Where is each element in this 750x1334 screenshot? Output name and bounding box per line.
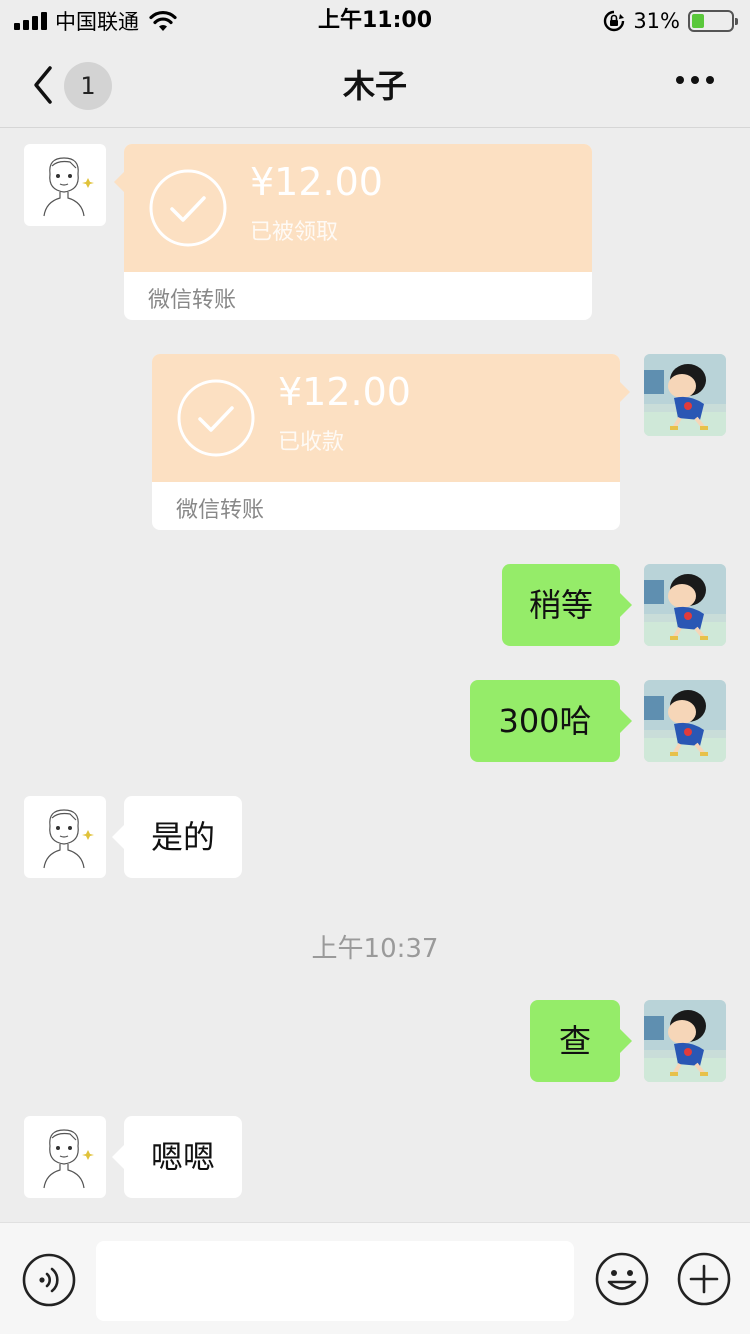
bubble-tail — [620, 382, 630, 402]
transfer-label: 微信转账 — [176, 498, 265, 523]
status-right: 31% — [603, 6, 738, 36]
bubble-tail — [114, 172, 124, 192]
transfer-label: 微信转账 — [148, 288, 237, 313]
rotation-lock-icon — [604, 10, 625, 32]
message-bubble-received[interactable]: 嗯嗯 — [112, 1116, 242, 1198]
transfer-card-top: ¥12.00 已被领取 — [124, 144, 592, 272]
my-avatar[interactable] — [644, 1000, 726, 1082]
cartoon-avatar-image — [644, 564, 726, 646]
battery-percent: 31% — [633, 9, 680, 33]
transfer-card-received[interactable]: ¥12.00 已被领取 微信转账 — [124, 144, 592, 320]
contact-avatar[interactable] — [24, 1116, 106, 1198]
more-dots-icon[interactable] — [676, 76, 714, 84]
sketch-avatar-image — [43, 1129, 94, 1189]
message-bubble-sent[interactable]: 稍等 — [502, 564, 632, 646]
check-circle-icon — [177, 379, 255, 457]
transfer-amount: ¥12.00 — [250, 160, 383, 204]
transfer-status: 已被领取 — [250, 220, 339, 245]
chat-title: 木子 — [342, 67, 407, 105]
battery-level — [692, 14, 704, 28]
message-bubble-received[interactable]: 是的 — [112, 796, 242, 878]
emoji-icon[interactable] — [594, 1251, 650, 1307]
status-bar: 中国联通 上午11:00 31% — [0, 0, 750, 44]
cartoon-avatar-image — [644, 354, 726, 436]
cartoon-avatar-image — [644, 680, 726, 762]
plus-icon[interactable] — [676, 1251, 732, 1307]
chat-header: 1 木子 — [0, 44, 750, 128]
voice-icon[interactable] — [22, 1253, 76, 1307]
message-input[interactable] — [96, 1241, 574, 1321]
message-timestamp: 上午10:37 — [311, 934, 439, 964]
sketch-avatar-image — [43, 157, 94, 217]
transfer-amount: ¥12.00 — [278, 370, 411, 414]
message-bubble-sent[interactable]: 查 — [530, 1000, 632, 1082]
check-circle-icon — [149, 169, 227, 247]
cartoon-avatar-image — [644, 1000, 726, 1082]
my-avatar[interactable] — [644, 564, 726, 646]
input-bar — [0, 1222, 750, 1334]
message-bubble-sent[interactable]: 300哈 — [470, 680, 632, 762]
sketch-avatar-image — [43, 809, 94, 869]
my-avatar[interactable] — [644, 354, 726, 436]
transfer-card-collected[interactable]: ¥12.00 已收款 微信转账 — [152, 354, 620, 530]
my-avatar[interactable] — [644, 680, 726, 762]
contact-avatar[interactable] — [24, 796, 106, 878]
battery-charging-icon — [688, 10, 738, 32]
contact-avatar[interactable] — [24, 144, 106, 226]
transfer-card-top: ¥12.00 已收款 — [152, 354, 620, 482]
transfer-status: 已收款 — [278, 430, 345, 455]
